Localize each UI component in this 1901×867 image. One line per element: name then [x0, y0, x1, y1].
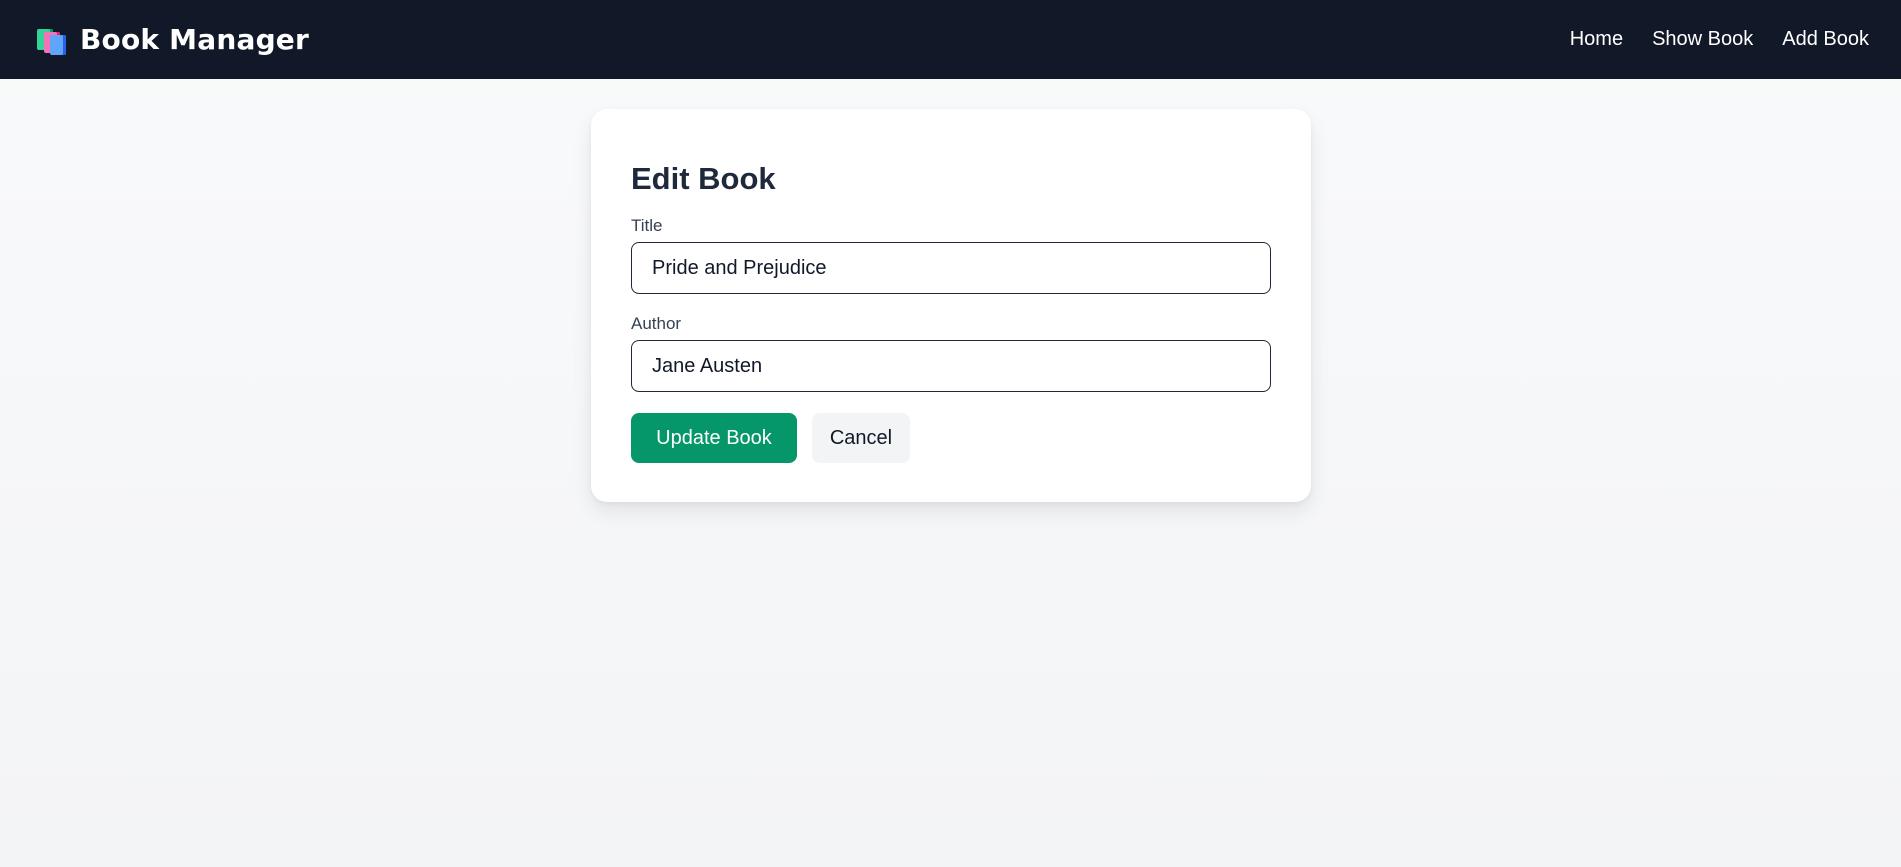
- title-input[interactable]: [631, 242, 1271, 294]
- form-actions: Update Book Cancel: [631, 413, 1271, 463]
- page-title: Edit Book: [631, 161, 776, 196]
- nav-link-home[interactable]: Home: [1567, 24, 1626, 55]
- top-navbar: Book Manager Home Show Book Add Book: [0, 0, 1901, 79]
- update-book-button[interactable]: Update Book: [631, 413, 797, 463]
- books-icon: [35, 25, 66, 55]
- brand[interactable]: Book Manager: [35, 23, 309, 56]
- author-input[interactable]: [631, 340, 1271, 392]
- author-field-group: Author: [631, 314, 1271, 392]
- edit-book-card: Edit Book Title Author Update Book Cance…: [591, 109, 1311, 502]
- nav-links: Home Show Book Add Book: [1567, 24, 1872, 55]
- nav-link-show-book[interactable]: Show Book: [1649, 24, 1756, 55]
- title-field-group: Title: [631, 216, 1271, 294]
- author-label: Author: [631, 314, 682, 333]
- title-label: Title: [631, 216, 663, 235]
- app-title: Book Manager: [80, 23, 310, 56]
- nav-link-add-book[interactable]: Add Book: [1779, 24, 1872, 55]
- cancel-button[interactable]: Cancel: [812, 413, 910, 463]
